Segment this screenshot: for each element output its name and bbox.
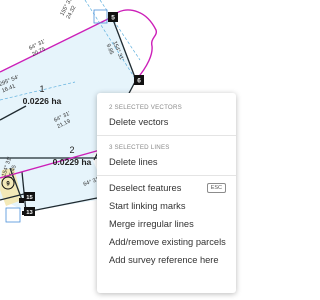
esc-shortcut-badge: ESC (206, 183, 226, 193)
parcel-2-number: 2 (69, 145, 74, 155)
add-remove-parcels-label: Add/remove existing parcels (109, 237, 226, 247)
menu-divider (97, 175, 236, 176)
selection-box[interactable] (5, 207, 21, 223)
merge-irregular-lines-item[interactable]: Merge irregular lines (97, 215, 236, 233)
survey-marker-6[interactable]: 6 (134, 75, 144, 85)
parcel-1-area: 0.0226 ha (23, 96, 62, 106)
start-linking-marks-label: Start linking marks (109, 201, 186, 211)
add-survey-reference-item[interactable]: Add survey reference here (97, 251, 236, 269)
menu-divider (97, 135, 236, 136)
section-label-vectors: 2 SELECTED VECTORS (109, 104, 182, 111)
parcel-1-number: 1 (39, 84, 44, 94)
add-survey-reference-label: Add survey reference here (109, 255, 219, 265)
marker-label: 15 (26, 195, 33, 201)
start-linking-marks-item[interactable]: Start linking marks (97, 197, 236, 215)
delete-vectors-label: Delete vectors (109, 117, 169, 127)
delete-vectors-item[interactable]: Delete vectors (97, 113, 236, 131)
marker-square[interactable] (22, 211, 26, 215)
survey-marker-5[interactable]: 5 (108, 12, 118, 22)
marker-square[interactable] (19, 198, 24, 203)
marker-label: 13 (26, 210, 33, 216)
delete-lines-item[interactable]: Delete lines (97, 153, 236, 171)
merge-irregular-lines-label: Merge irregular lines (109, 219, 194, 229)
add-remove-parcels-item[interactable]: Add/remove existing parcels (97, 233, 236, 251)
marker-label: 5 (111, 15, 115, 22)
parcel-2-area: 0.0229 ha (53, 157, 92, 167)
deselect-features-item[interactable]: Deselect features ESC (97, 179, 236, 197)
section-label-lines: 3 SELECTED LINES (109, 144, 170, 151)
marker-label: 6 (137, 78, 141, 85)
survey-marker-15[interactable]: 15 (24, 192, 35, 201)
context-menu: 2 SELECTED VECTORS Delete vectors 3 SELE… (97, 93, 236, 293)
delete-lines-label: Delete lines (109, 157, 158, 167)
survey-marker-9[interactable]: 9 (1, 176, 15, 190)
deselect-features-label: Deselect features (109, 183, 182, 193)
